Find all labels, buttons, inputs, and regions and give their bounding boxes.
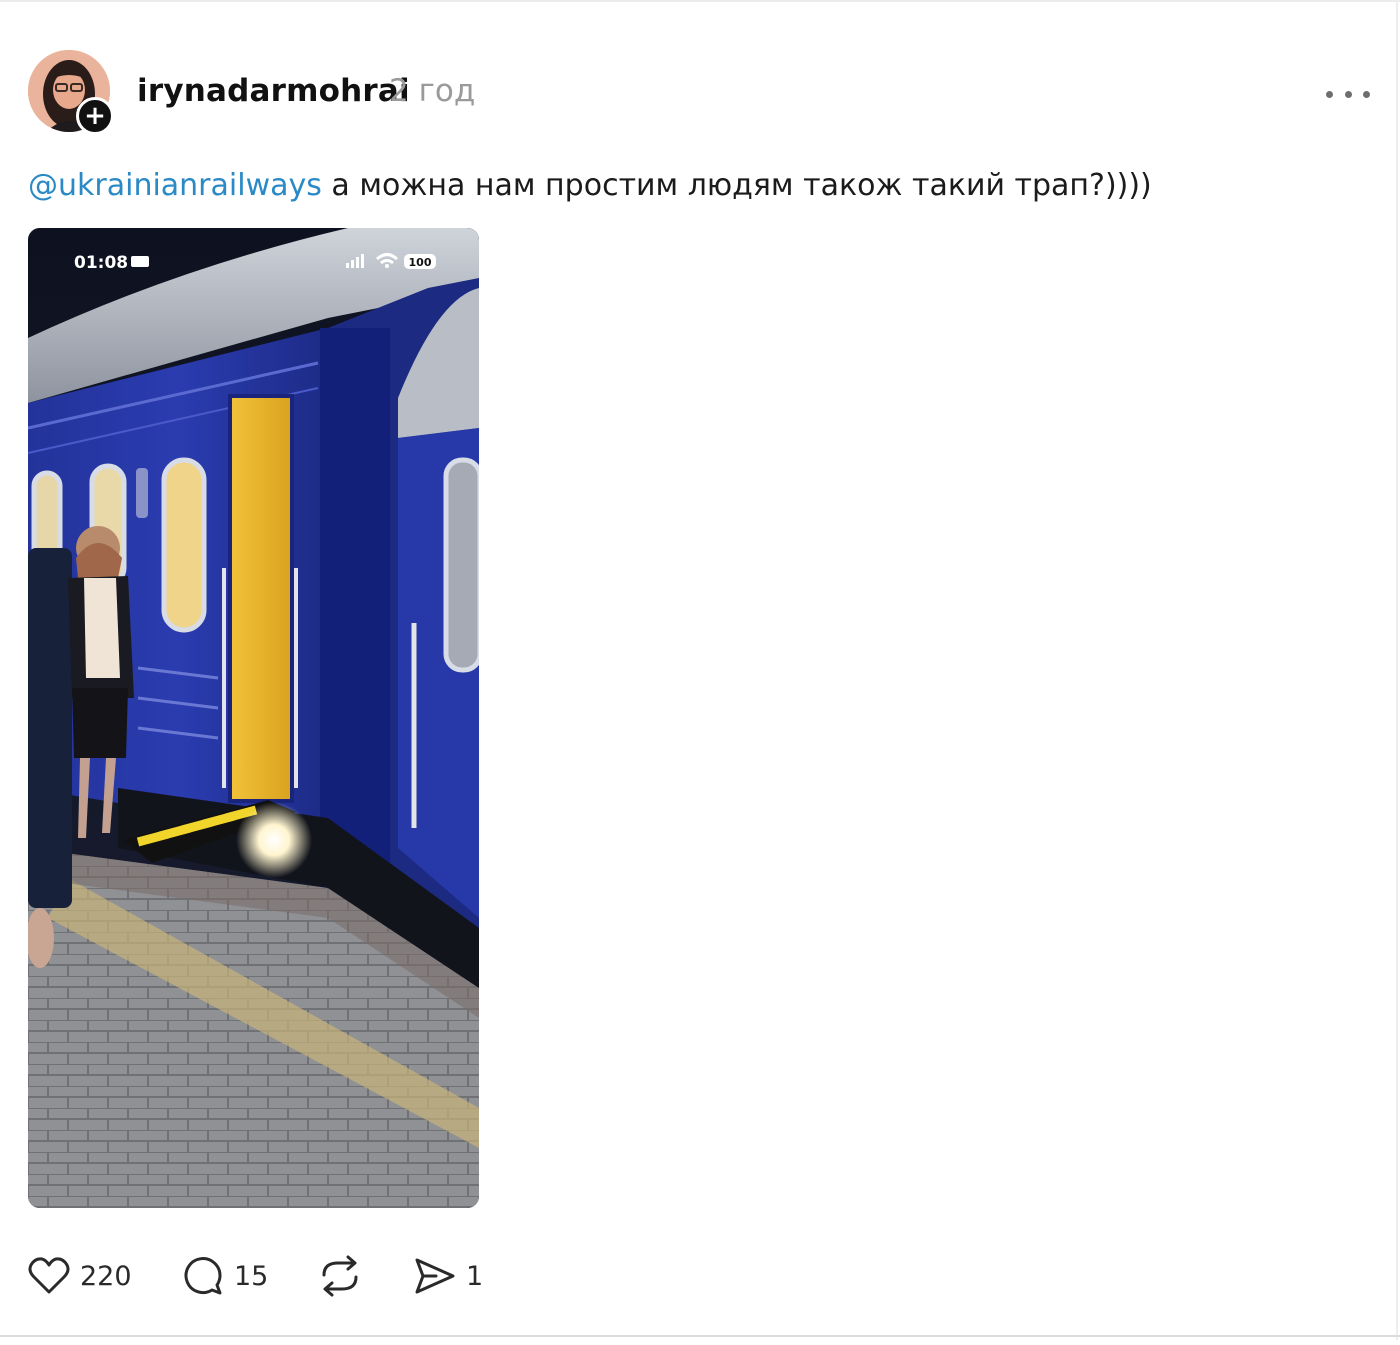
comment-bubble-icon (184, 1257, 222, 1295)
battery-level: 100 (409, 256, 432, 269)
post-caption: @ukrainianrailways а можна нам простим л… (28, 168, 1152, 203)
status-time: 01:08 (74, 253, 128, 273)
like-count: 220 (80, 1260, 132, 1292)
bottom-divider (0, 1335, 1400, 1337)
follow-plus-icon[interactable]: + (76, 97, 114, 135)
like-button[interactable]: 220 (28, 1252, 132, 1300)
right-border (1396, 0, 1398, 1340)
share-count: 1 (466, 1260, 484, 1292)
post-timestamp[interactable]: 2 год (389, 73, 475, 109)
share-button[interactable]: 1 (414, 1252, 483, 1300)
reply-count: 15 (234, 1260, 269, 1292)
reply-button[interactable]: 15 (182, 1252, 268, 1300)
send-icon (415, 1258, 455, 1294)
post-media-image[interactable]: 01:08 100 (28, 228, 479, 1208)
repost-icon (322, 1255, 358, 1297)
username[interactable]: irynadarmohrai (137, 73, 410, 109)
more-options-icon[interactable] (1326, 84, 1370, 104)
mention-link[interactable]: @ukrainianrailways (28, 168, 322, 203)
caption-text: а можна нам простим людям також такий тр… (321, 168, 1152, 203)
repost-button[interactable] (318, 1252, 362, 1300)
heart-icon (28, 1257, 70, 1294)
thread-post: + irynadarmohrai 2 год @ukrainianrailway… (0, 0, 1400, 1345)
train-platform-photo: 01:08 100 (28, 228, 479, 1208)
top-divider (0, 0, 1400, 2)
bed-icon (131, 256, 149, 267)
